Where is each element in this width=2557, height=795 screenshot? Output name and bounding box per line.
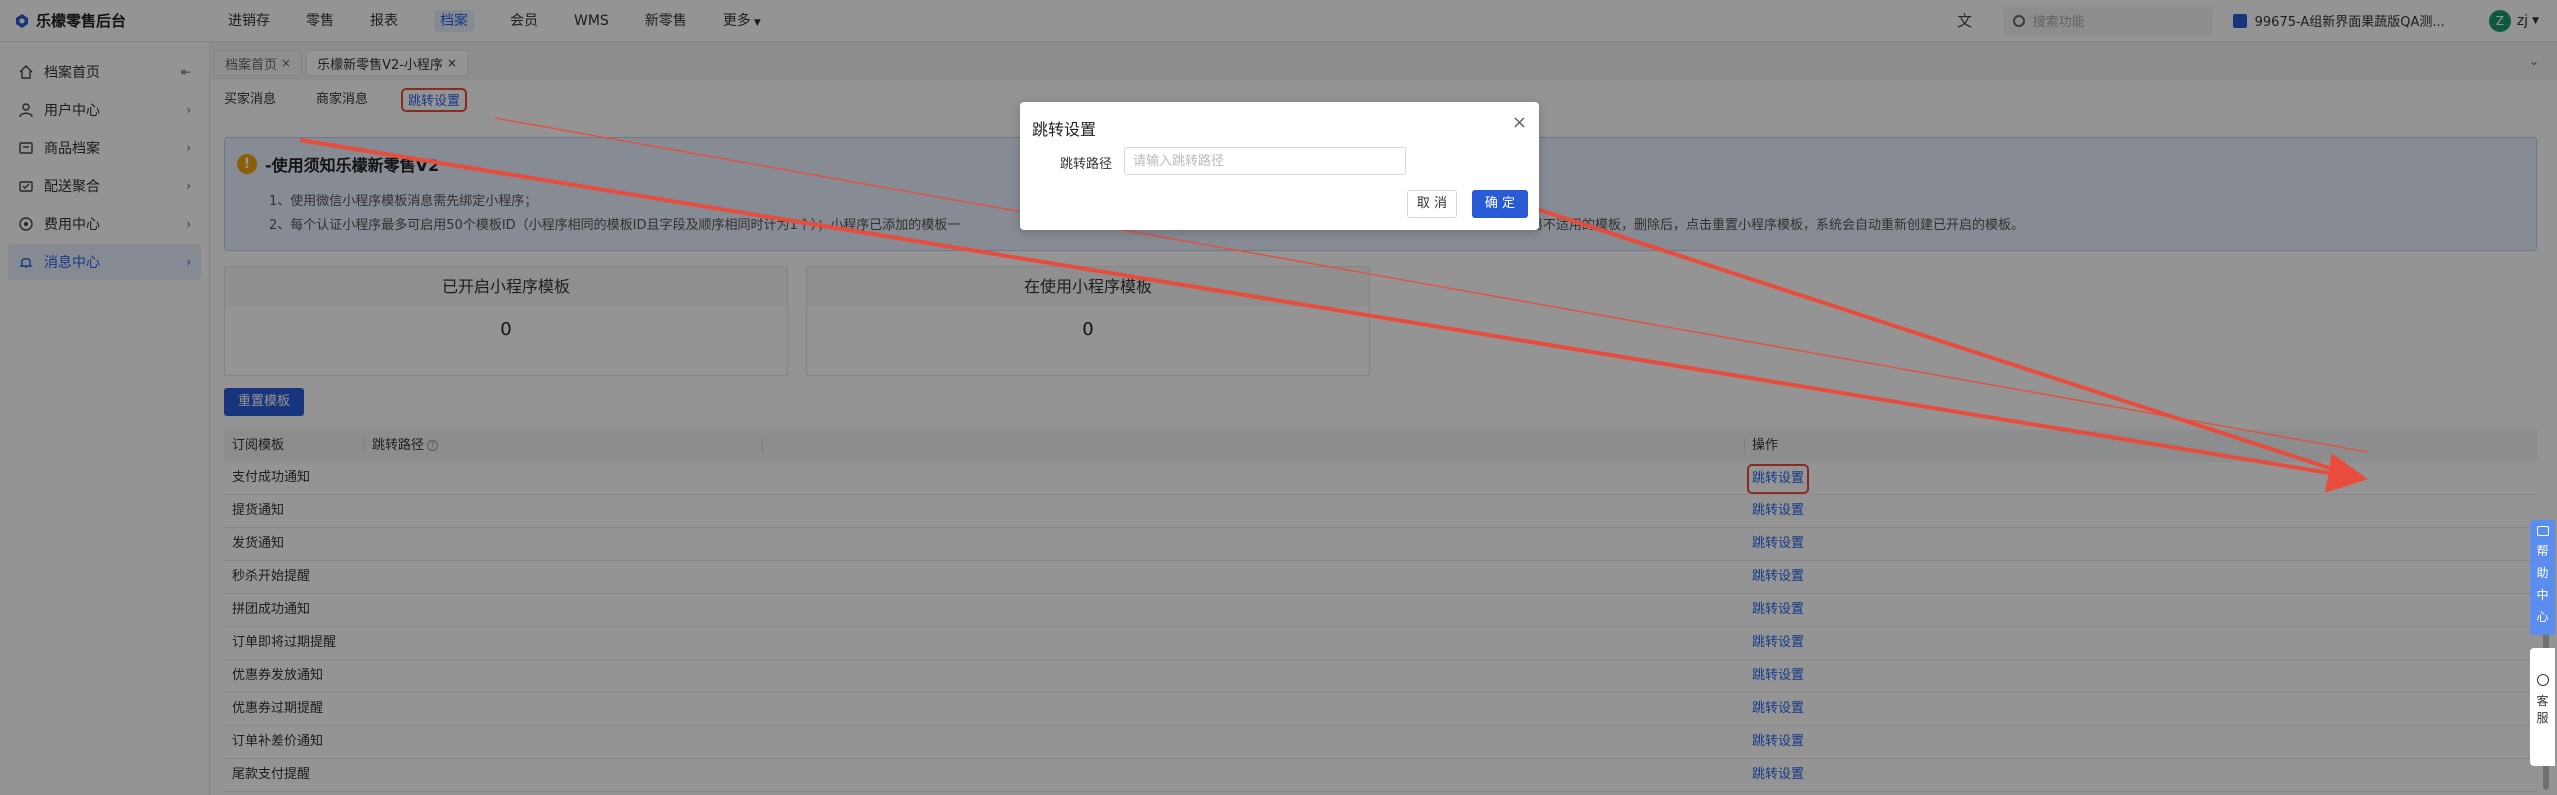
help-center-float[interactable]: 帮 助 中 心	[2530, 520, 2555, 635]
cancel-button[interactable]: 取 消	[1407, 190, 1457, 218]
headset-icon	[2536, 674, 2549, 686]
jump-path-input[interactable]	[1124, 147, 1406, 175]
service-char: 客	[2536, 694, 2549, 708]
close-icon[interactable]: ×	[1512, 112, 1527, 133]
help-char: 帮	[2536, 544, 2549, 558]
dialog-title: 跳转设置	[1032, 120, 1097, 139]
service-char: 服	[2536, 711, 2549, 725]
help-char: 中	[2536, 588, 2549, 602]
chat-icon	[2536, 526, 2549, 536]
customer-service-float[interactable]: 客 服	[2530, 648, 2555, 766]
jump-settings-dialog: 跳转设置 × 跳转路径 取 消 确 定	[1020, 102, 1539, 230]
help-char: 助	[2536, 566, 2549, 580]
help-char: 心	[2536, 610, 2549, 624]
jump-path-label: 跳转路径	[1060, 157, 1113, 172]
confirm-button[interactable]: 确 定	[1472, 190, 1528, 218]
